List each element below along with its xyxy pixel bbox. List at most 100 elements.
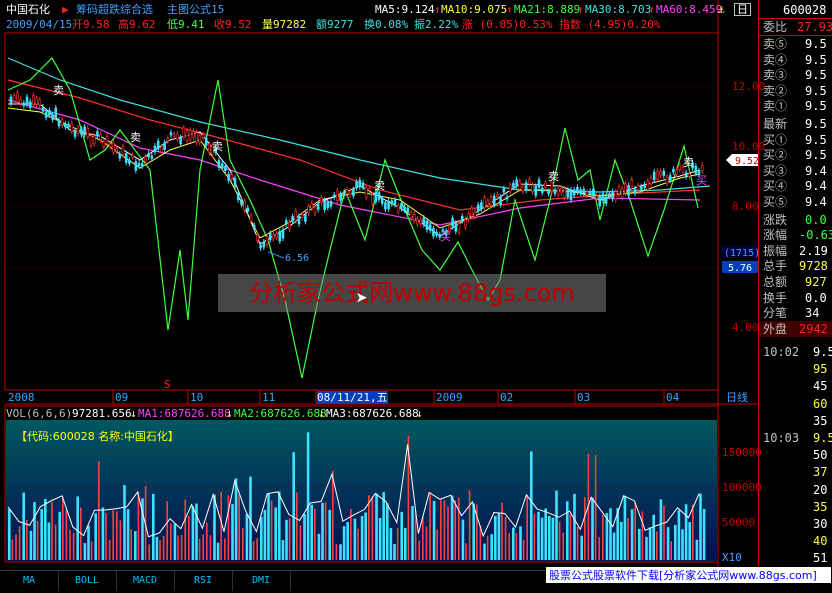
quote-label: 买⑤ bbox=[763, 195, 788, 209]
title-bar: 中国石化 ▶ 筹码超跌综合选 主图公式15 MA5:9.124 ↑ MA10:9… bbox=[0, 0, 758, 18]
quote-value: 927 bbox=[805, 275, 827, 289]
ma5-value: MA5:9.124 bbox=[375, 3, 435, 16]
low-pointer bbox=[267, 251, 285, 259]
sell-signal: 卖 bbox=[374, 179, 385, 192]
ma5-line bbox=[8, 103, 701, 245]
indicator-name[interactable]: 筹码超跌综合选 bbox=[76, 3, 153, 16]
vol-ma3-arrow: ↓ bbox=[416, 407, 423, 420]
tab-macd[interactable]: MACD bbox=[116, 571, 175, 591]
tick-value: 60 bbox=[813, 396, 828, 411]
quote-label: 买① bbox=[763, 132, 788, 147]
tick-value: 20 bbox=[813, 482, 828, 497]
quote-value: 0.0 bbox=[805, 212, 827, 227]
tick-value: 30 bbox=[813, 517, 828, 531]
quote-label: 卖② bbox=[763, 83, 788, 98]
quote-label: 振幅 bbox=[763, 243, 788, 258]
vol-value: 97281.656 bbox=[72, 407, 132, 420]
tick-time: 10:03 bbox=[763, 431, 800, 445]
low-price-label: 6.56 bbox=[285, 253, 309, 264]
tick-value: 45 bbox=[813, 379, 828, 394]
price-panel-frame bbox=[4, 32, 719, 391]
quote-label: 涨跌 bbox=[763, 212, 788, 227]
vol-tick: 50000 bbox=[722, 516, 756, 529]
quote-row: 买② 9.5 bbox=[759, 147, 832, 163]
quote-row: 卖② 9.5 bbox=[759, 83, 832, 99]
quote-label: 外盘 bbox=[763, 321, 788, 336]
vol-tick: 100000 bbox=[722, 481, 762, 494]
stock-code: 600028 bbox=[783, 3, 827, 17]
vol-title[interactable]: VOL(6,6,6) bbox=[6, 407, 72, 420]
quote-value: 9728 bbox=[799, 259, 828, 274]
arrow-right-icon[interactable]: ▶ bbox=[62, 3, 69, 16]
ma5-arrow: ↑ bbox=[434, 3, 441, 16]
quote-value: 2.19 bbox=[799, 243, 828, 258]
sell-signal: 卖 bbox=[683, 156, 694, 169]
tick-row: 35 bbox=[759, 413, 832, 429]
count-tag-value: 5.76 bbox=[728, 263, 752, 274]
quote-label: 总额 bbox=[763, 275, 788, 289]
tab-rsi[interactable]: RSI bbox=[174, 571, 233, 591]
time-label: 02 bbox=[500, 391, 514, 404]
quote-row: 分笔 34 bbox=[759, 305, 832, 321]
quote-value: -0.63 bbox=[799, 228, 832, 243]
tab-boll[interactable]: BOLL bbox=[58, 571, 117, 591]
price-tick: 8.00 bbox=[732, 200, 759, 213]
quote-value: 34 bbox=[805, 306, 820, 321]
ma60-value: MA60:8.459 bbox=[656, 3, 723, 16]
tick-row: 95 bbox=[759, 361, 832, 377]
tick-row: 37 bbox=[759, 464, 832, 480]
quote-value: 9.5 bbox=[805, 83, 827, 98]
tab-dmi[interactable]: DMI bbox=[232, 571, 291, 591]
quote-value: 9.4 bbox=[805, 179, 827, 194]
info-index: 指数 (4.95)0.20% bbox=[559, 18, 661, 31]
quote-row: 涨跌 0.0 bbox=[759, 212, 832, 228]
quote-label: 最新 bbox=[763, 117, 788, 131]
indicator-tabs: MA BOLL MACD RSI DMI bbox=[0, 570, 545, 593]
quote-value: 9.5 bbox=[805, 148, 827, 163]
sun-icon[interactable]: 日 bbox=[734, 3, 751, 16]
period-label[interactable]: 日线 bbox=[726, 391, 748, 404]
ma30-value: MA30:8.703 bbox=[585, 3, 652, 16]
quote-label: 分笔 bbox=[763, 306, 788, 321]
tick-row: 60 bbox=[759, 396, 832, 412]
formula-name[interactable]: 主图公式15 bbox=[167, 3, 224, 16]
quote-value: 9.5 bbox=[805, 68, 827, 83]
time-label: 09 bbox=[115, 391, 129, 404]
stock-name[interactable]: 中国石化 bbox=[6, 3, 50, 16]
ma10-line bbox=[7, 107, 701, 239]
weibi-label: 委比 bbox=[763, 20, 788, 34]
info-open: 开9.58 bbox=[72, 18, 110, 31]
quote-row: 买④ 9.4 bbox=[759, 178, 832, 194]
info-high: 高9.62 bbox=[118, 18, 156, 31]
quote-row: 总手 9728 bbox=[759, 258, 832, 274]
quote-label: 换手 bbox=[763, 290, 788, 305]
vol-ma1: MA1:687626.688 bbox=[138, 407, 231, 420]
quote-row: 卖⑤ 9.5 bbox=[759, 36, 832, 52]
vol-ma2-arrow: ↓ bbox=[318, 407, 325, 420]
info-amount: 额9277 bbox=[316, 18, 354, 31]
quote-row: 换手 0.0 bbox=[759, 290, 832, 306]
tick-row: 30 bbox=[759, 516, 832, 532]
download-ad-link[interactable]: 股票公式股票软件下载[分析家公式网www.88gs.com] bbox=[545, 566, 832, 584]
quote-value: 9.5 bbox=[805, 37, 827, 51]
quote-label: 卖⑤ bbox=[763, 37, 788, 51]
tick-row: 20 bbox=[759, 482, 832, 498]
tick-value: 35 bbox=[813, 413, 828, 428]
tick-value: 51 bbox=[813, 551, 828, 566]
count-tag-label: (1715) bbox=[724, 248, 758, 259]
tick-value: 50 bbox=[813, 448, 828, 463]
anchor-icon[interactable]: ⚓ bbox=[718, 3, 725, 16]
quote-row: 最新 9.5 bbox=[759, 116, 832, 132]
info-low: 低9.41 bbox=[167, 18, 205, 31]
time-label: 03 bbox=[577, 391, 591, 404]
s-signal: S bbox=[164, 378, 171, 391]
tick-row: 51 bbox=[759, 550, 832, 566]
info-close: 收9.52 bbox=[214, 18, 252, 31]
time-label: 2008 bbox=[8, 391, 35, 404]
vol-ma3: MA3:687626.688 bbox=[326, 407, 419, 420]
tab-ma[interactable]: MA bbox=[0, 571, 59, 591]
quote-label: 卖④ bbox=[763, 52, 788, 67]
quote-value: 9.5 bbox=[805, 52, 827, 67]
quote-row: 外盘 2942 bbox=[759, 320, 832, 337]
quote-value: 9.5 bbox=[805, 117, 827, 131]
